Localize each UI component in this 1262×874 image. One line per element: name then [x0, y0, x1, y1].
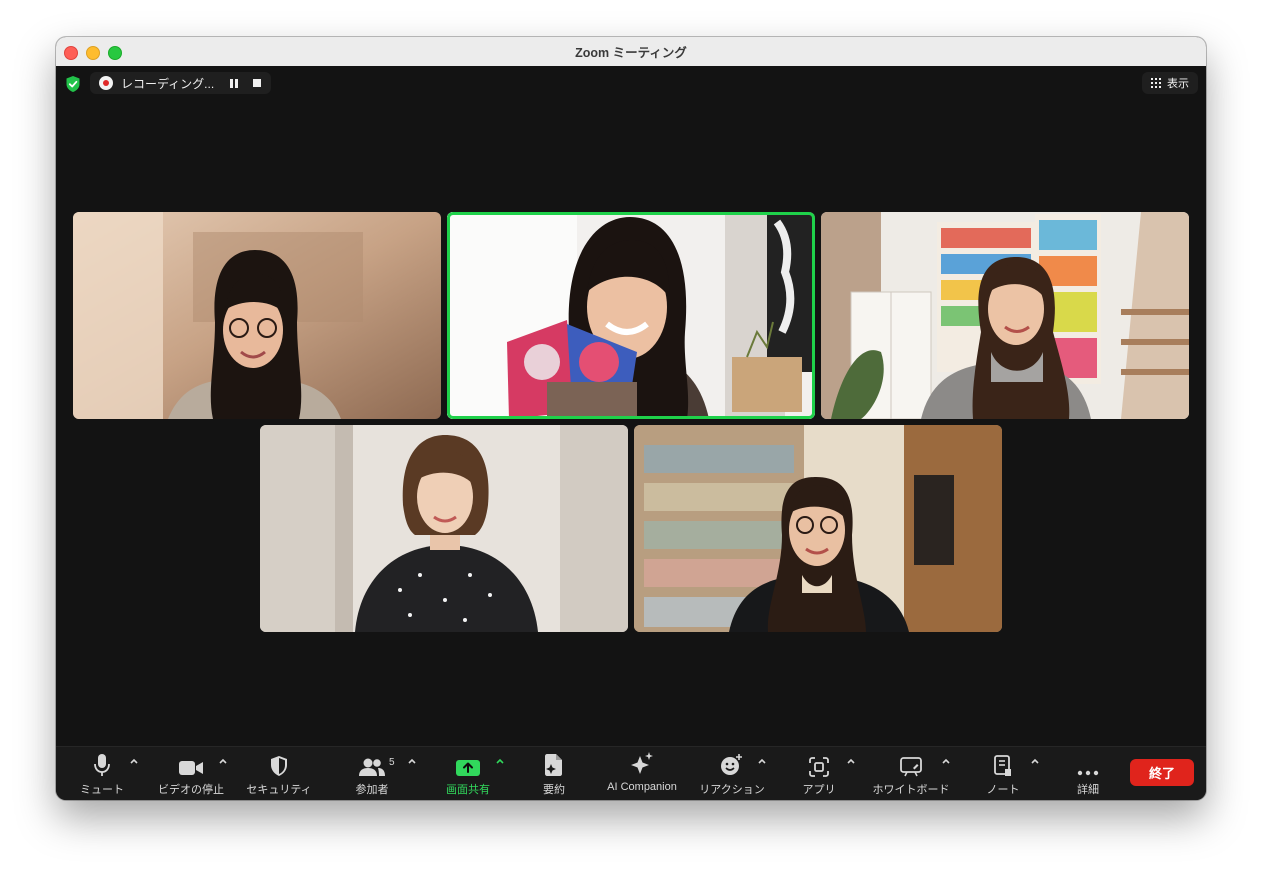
- whiteboard-options-chevron-up-icon[interactable]: [941, 756, 951, 766]
- share-screen-button[interactable]: 画面共有: [442, 747, 494, 800]
- reactions-button[interactable]: リアクション: [698, 747, 766, 800]
- share-screen-label: 画面共有: [446, 784, 490, 796]
- meeting-stage: レコーディング... 表示: [56, 66, 1206, 747]
- notes-label: ノート: [986, 784, 1020, 796]
- microphone-icon: [94, 754, 110, 776]
- encryption-shield-icon[interactable]: [65, 75, 81, 93]
- recording-indicator[interactable]: レコーディング...: [90, 72, 272, 94]
- ai-companion-button[interactable]: AI Companion: [602, 747, 682, 800]
- meeting-toolbar: ミュート ビデオの停止 セキュリティ 参加者 5 画面共有 要約 AI Comp…: [56, 746, 1206, 800]
- share-screen-icon: [456, 760, 480, 776]
- pause-recording-icon[interactable]: [230, 78, 239, 88]
- stop-video-button[interactable]: ビデオの停止: [156, 747, 226, 800]
- mute-button[interactable]: ミュート: [78, 747, 126, 800]
- participants-options-chevron-up-icon[interactable]: [407, 756, 417, 766]
- record-icon: [99, 76, 113, 90]
- mute-label: ミュート: [80, 784, 124, 796]
- recording-label: レコーディング...: [121, 76, 215, 91]
- video-tile[interactable]: [821, 212, 1189, 419]
- notes-options-chevron-up-icon[interactable]: [1030, 756, 1040, 766]
- more-label: 詳細: [1077, 784, 1099, 796]
- security-button[interactable]: セキュリティ: [244, 747, 314, 800]
- whiteboard-icon: [900, 757, 922, 777]
- grid-view-icon: [1151, 78, 1161, 88]
- reactions-label: リアクション: [699, 784, 765, 796]
- participants-button[interactable]: 参加者: [348, 747, 396, 800]
- zoom-window: Zoom ミーティング レコーディング... 表示 ミュート ビデオの停止 セキ…: [56, 37, 1206, 800]
- security-label: セキュリティ: [246, 784, 312, 796]
- video-camera-icon: [179, 761, 203, 775]
- participant-video: [260, 425, 628, 632]
- participant-video: [447, 212, 815, 419]
- video-tile[interactable]: [73, 212, 441, 419]
- stop-video-label: ビデオの停止: [158, 784, 224, 796]
- summary-label: 要約: [543, 784, 565, 796]
- mute-options-chevron-up-icon[interactable]: [129, 756, 139, 766]
- participant-video: [73, 212, 441, 419]
- more-button[interactable]: 詳細: [1066, 747, 1110, 800]
- apps-options-chevron-up-icon[interactable]: [846, 756, 856, 766]
- whiteboard-label: ホワイトボード: [872, 784, 950, 796]
- participant-video: [821, 212, 1189, 419]
- participants-icon: [359, 758, 385, 776]
- video-options-chevron-up-icon[interactable]: [218, 756, 228, 766]
- window-controls: [64, 46, 122, 60]
- ai-sparkle-icon: [631, 752, 653, 774]
- video-tile[interactable]: [634, 425, 1002, 632]
- summary-button[interactable]: 要約: [531, 747, 577, 800]
- whiteboard-button[interactable]: ホワイトボード: [868, 747, 954, 800]
- title-bar: Zoom ミーティング: [56, 37, 1206, 67]
- more-dots-icon: [1077, 770, 1099, 776]
- reactions-options-chevron-up-icon[interactable]: [757, 756, 767, 766]
- view-button[interactable]: 表示: [1142, 72, 1198, 94]
- share-options-chevron-up-icon[interactable]: [495, 756, 505, 766]
- participants-label: 参加者: [355, 784, 389, 796]
- apps-button[interactable]: アプリ: [796, 747, 842, 800]
- window-title: Zoom ミーティング: [575, 46, 687, 60]
- video-tile[interactable]: [260, 425, 628, 632]
- participants-count: 5: [389, 757, 395, 768]
- shield-icon: [271, 756, 287, 776]
- ai-companion-label: AI Companion: [607, 781, 677, 793]
- emoji-reaction-icon: [721, 754, 742, 775]
- minimize-window-button[interactable]: [86, 46, 100, 60]
- active-speaker-tile[interactable]: [447, 212, 815, 419]
- summary-document-icon: [545, 754, 562, 776]
- notes-button[interactable]: ノート: [980, 747, 1026, 800]
- stop-recording-icon[interactable]: [253, 79, 262, 87]
- apps-icon: [809, 757, 829, 777]
- close-window-button[interactable]: [64, 46, 78, 60]
- apps-label: アプリ: [802, 784, 836, 796]
- end-meeting-button[interactable]: 終了: [1130, 759, 1194, 786]
- view-label: 表示: [1167, 78, 1189, 90]
- notes-icon: [994, 755, 1011, 776]
- participant-video: [634, 425, 1002, 632]
- maximize-window-button[interactable]: [108, 46, 122, 60]
